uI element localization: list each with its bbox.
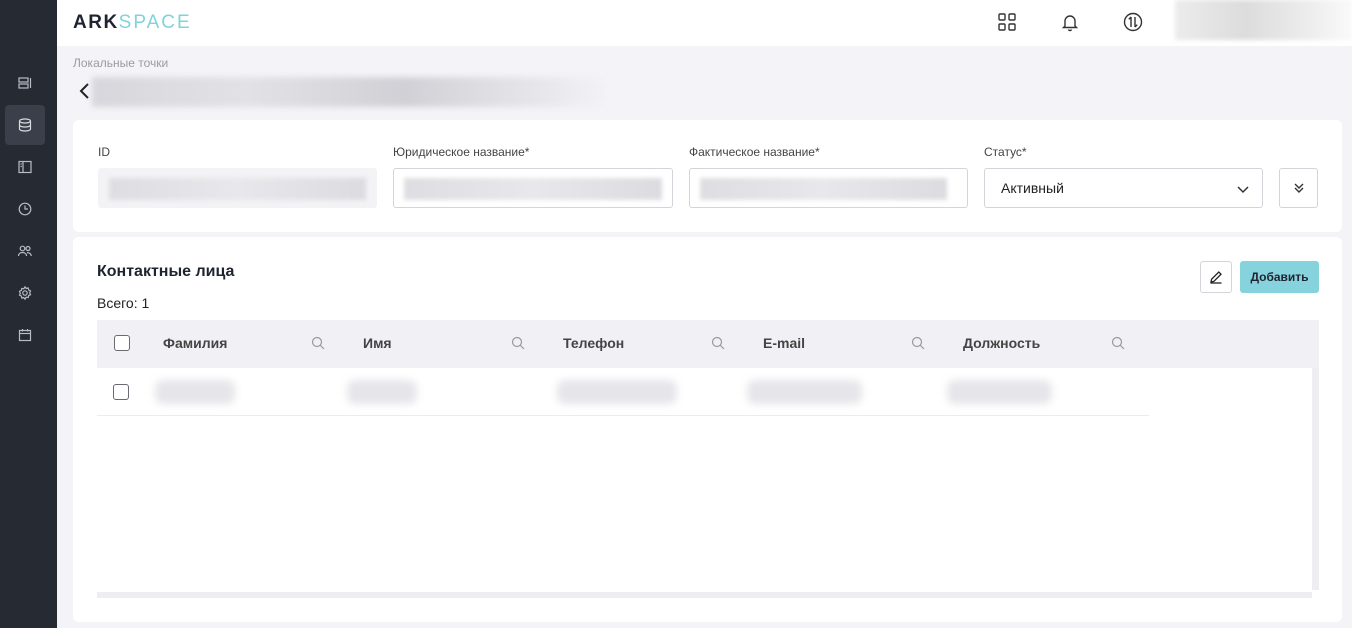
book-icon[interactable] <box>5 147 45 187</box>
table-cell <box>155 380 235 404</box>
actual-name-field[interactable] <box>689 168 968 208</box>
table-cell <box>557 380 677 404</box>
breadcrumb[interactable]: Локальные точки <box>73 56 168 70</box>
column-header[interactable]: Имя <box>363 335 392 351</box>
column-header[interactable]: Телефон <box>563 335 624 351</box>
top-header: ARKSPACE <box>57 0 1352 46</box>
logo[interactable]: ARKSPACE <box>73 12 192 34</box>
add-contact-button[interactable]: Добавить <box>1240 261 1319 293</box>
table-cell <box>347 380 417 404</box>
users-icon[interactable] <box>5 231 45 271</box>
contacts-table: Фамилия Имя Телефон E-mail Должность <box>97 320 1319 600</box>
status-select[interactable]: Активный <box>984 168 1263 208</box>
vertical-scrollbar[interactable] <box>1312 368 1319 590</box>
select-all-checkbox[interactable] <box>114 335 130 351</box>
total-count: Всего: 1 <box>97 295 150 311</box>
table-header: Фамилия Имя Телефон E-mail Должность <box>97 320 1319 368</box>
legal-name-label: Юридическое название* <box>393 145 530 159</box>
pencil-icon <box>1210 271 1222 284</box>
actual-name-label: Фактическое название* <box>689 145 820 159</box>
legal-name-field[interactable] <box>393 168 673 208</box>
contacts-card: Контактные лица Всего: 1 Добавить Фамили… <box>73 237 1342 622</box>
expand-button[interactable] <box>1279 168 1318 208</box>
gear-icon[interactable] <box>5 273 45 313</box>
edit-button[interactable] <box>1200 261 1232 293</box>
horizontal-scrollbar[interactable] <box>97 592 1312 598</box>
search-icon[interactable] <box>511 336 525 355</box>
column-header[interactable]: Должность <box>963 335 1040 351</box>
search-icon[interactable] <box>311 336 325 355</box>
table-cell <box>947 380 1052 404</box>
table-cell <box>747 380 862 404</box>
page-title <box>92 77 612 107</box>
double-chevron-down-icon <box>1294 183 1303 193</box>
clock-icon[interactable] <box>5 189 45 229</box>
sidebar <box>0 0 57 628</box>
chevron-down-icon <box>1236 182 1250 201</box>
table-row[interactable] <box>97 368 1149 416</box>
bell-icon[interactable] <box>1059 11 1081 33</box>
search-icon[interactable] <box>1111 336 1125 355</box>
status-label: Статус* <box>984 145 1027 159</box>
search-icon[interactable] <box>711 336 725 355</box>
dashboard-icon[interactable] <box>5 63 45 103</box>
database-icon[interactable] <box>5 105 45 145</box>
id-label: ID <box>98 145 110 159</box>
calendar-icon[interactable] <box>5 315 45 355</box>
id-field <box>98 168 377 208</box>
sync-icon[interactable] <box>1122 11 1144 33</box>
column-header[interactable]: E-mail <box>763 335 805 351</box>
status-value: Активный <box>1001 180 1064 196</box>
details-card: ID Юридическое название* Фактическое наз… <box>73 120 1342 232</box>
search-icon[interactable] <box>911 336 925 355</box>
user-profile[interactable] <box>1175 0 1352 40</box>
row-checkbox[interactable] <box>113 384 129 400</box>
section-title: Контактные лица <box>97 263 235 280</box>
apps-grid-icon[interactable] <box>996 11 1018 33</box>
column-header[interactable]: Фамилия <box>163 335 227 351</box>
